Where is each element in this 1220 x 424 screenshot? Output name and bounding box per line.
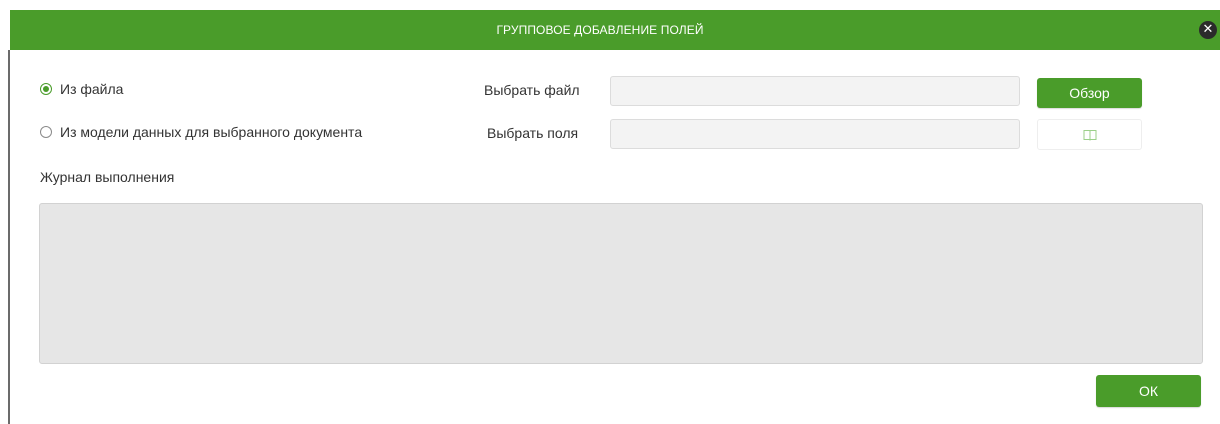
dialog-title: ГРУППОВОЕ ДОБАВЛЕНИЕ ПОЛЕЙ [496,23,704,37]
browse-button[interactable]: Обзор [1037,78,1142,108]
radio-from-file[interactable]: Из файла [40,81,123,97]
file-path-input[interactable] [610,76,1020,106]
dialog-left-border [8,50,10,424]
radio-from-file-label: Из файла [60,81,124,97]
select-fields-button[interactable] [1037,119,1142,150]
radio-from-data-model[interactable]: Из модели данных для выбранного документ… [40,124,362,140]
choose-file-label: Выбрать файл [484,82,580,98]
book-icon [1083,130,1097,141]
close-icon[interactable]: ✕ [1199,21,1217,39]
background-strip [0,0,1220,10]
radio-from-data-model-indicator[interactable] [40,126,52,138]
choose-fields-label: Выбрать поля [487,125,579,141]
radio-from-file-indicator[interactable] [40,83,52,95]
dialog-titlebar[interactable]: ГРУППОВОЕ ДОБАВЛЕНИЕ ПОЛЕЙ ✕ [10,10,1220,50]
execution-log-area[interactable] [39,203,1203,364]
ok-button[interactable]: ОК [1096,375,1201,407]
radio-from-data-model-label: Из модели данных для выбранного документ… [60,124,363,140]
execution-log-label: Журнал выполнения [40,169,175,185]
fields-input[interactable] [610,119,1020,149]
